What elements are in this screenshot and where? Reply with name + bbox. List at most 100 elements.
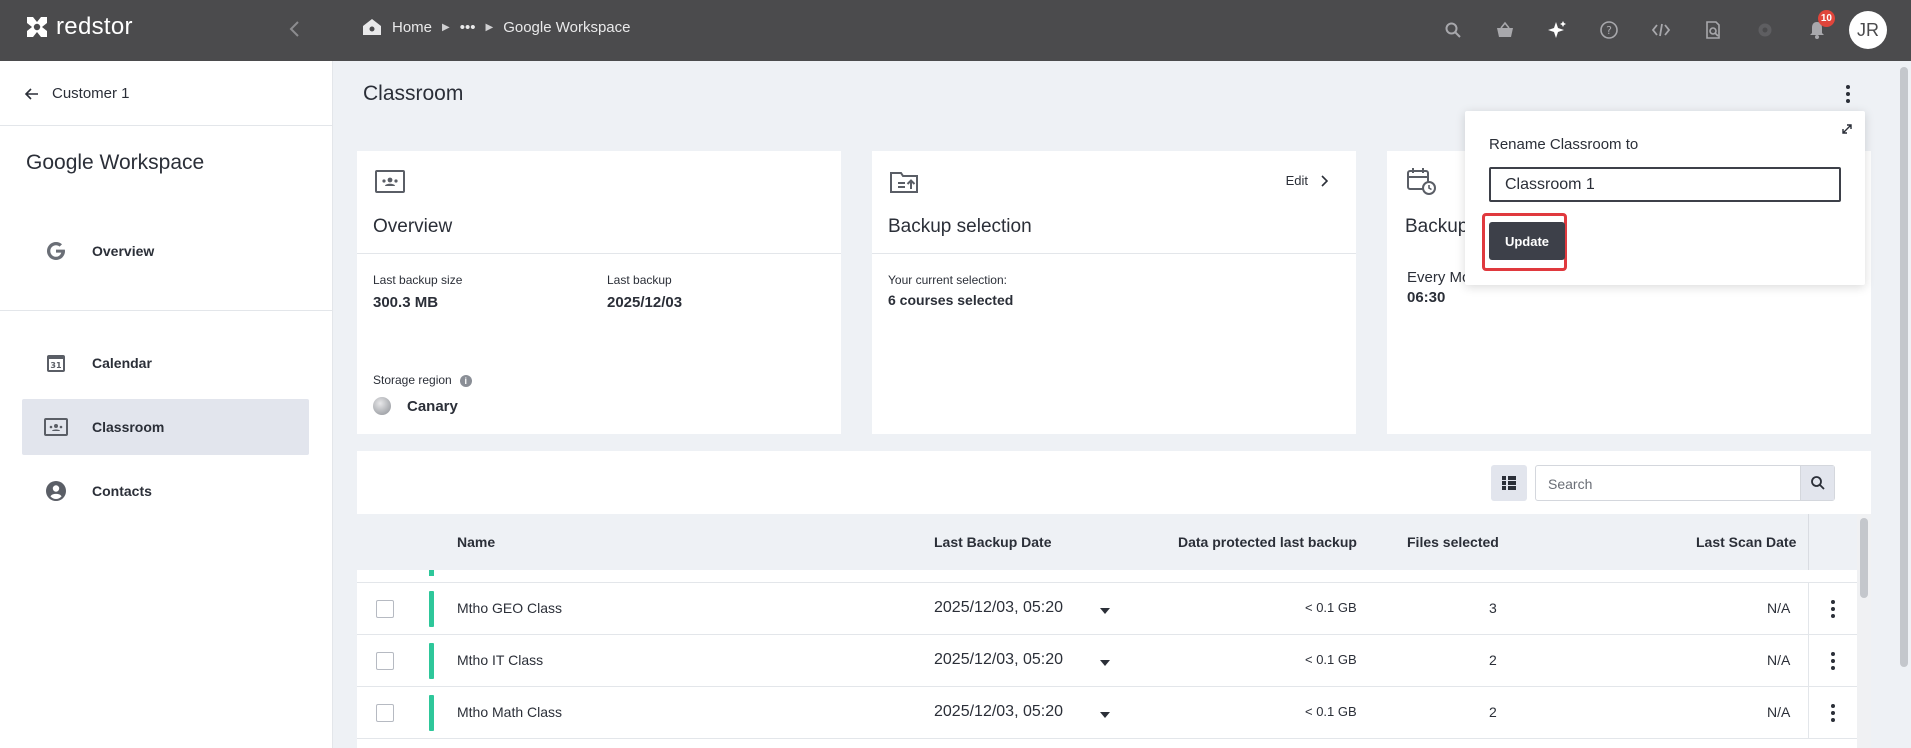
home-icon[interactable] bbox=[362, 18, 382, 36]
backup-date-dropdown-icon[interactable] bbox=[1100, 660, 1110, 666]
storage-region-value: Canary bbox=[373, 397, 458, 415]
column-divider bbox=[1808, 635, 1809, 687]
row-data-protected: < 0.1 GB bbox=[1305, 600, 1357, 615]
row-checkbox[interactable] bbox=[376, 704, 394, 722]
sidebar: Customer 1 Google Workspace Overview 31 … bbox=[0, 61, 333, 748]
search-button[interactable] bbox=[1800, 466, 1834, 500]
rename-input[interactable] bbox=[1489, 167, 1841, 202]
calendar-clock-icon bbox=[1407, 167, 1437, 202]
settings-gear-icon[interactable] bbox=[1739, 10, 1791, 50]
help-icon[interactable]: ? bbox=[1583, 10, 1635, 50]
table-row[interactable]: Mtho IT Class 2025/12/03, 05:20 < 0.1 GB… bbox=[357, 635, 1857, 687]
breadcrumb-separator-icon: ▶ bbox=[485, 21, 494, 33]
sidebar-item-label: Overview bbox=[92, 243, 155, 259]
row-more-menu-icon[interactable] bbox=[1821, 701, 1845, 725]
svg-text:31: 31 bbox=[50, 361, 62, 370]
breadcrumb-home[interactable]: Home bbox=[392, 19, 432, 36]
code-icon[interactable] bbox=[1635, 10, 1687, 50]
sidebar-item-overview[interactable]: Overview bbox=[22, 223, 309, 279]
sidebar-item-calendar[interactable]: 31 Calendar bbox=[22, 335, 309, 391]
card-title: Overview bbox=[373, 216, 453, 237]
card-divider bbox=[357, 253, 841, 254]
row-files-selected: 3 bbox=[1489, 600, 1497, 616]
google-icon bbox=[44, 239, 68, 263]
sidebar-item-label: Contacts bbox=[92, 483, 152, 499]
classroom-icon bbox=[375, 169, 405, 200]
storage-region-label: Storage region i bbox=[373, 373, 472, 387]
document-search-icon[interactable] bbox=[1687, 10, 1739, 50]
search-icon[interactable] bbox=[1427, 10, 1479, 50]
last-backup-size-value: 300.3 MB bbox=[373, 294, 439, 311]
overview-card: Overview Last backup size 300.3 MB Last … bbox=[357, 151, 841, 434]
scrollbar-thumb[interactable] bbox=[1860, 518, 1868, 598]
user-avatar[interactable]: JR bbox=[1849, 11, 1887, 49]
column-header-name[interactable]: Name bbox=[457, 534, 495, 550]
column-header-data-protected[interactable]: Data protected last backup bbox=[1178, 534, 1357, 550]
page-scrollbar-thumb[interactable] bbox=[1900, 67, 1908, 667]
row-name[interactable]: Mtho Math Class bbox=[457, 704, 562, 720]
storage-region-text: Canary bbox=[407, 397, 458, 415]
row-checkbox[interactable] bbox=[376, 652, 394, 670]
row-more-menu-icon[interactable] bbox=[1821, 597, 1845, 621]
backup-date-dropdown-icon[interactable] bbox=[1100, 712, 1110, 718]
column-divider bbox=[1808, 514, 1809, 570]
row-data-protected: < 0.1 GB bbox=[1305, 704, 1357, 719]
sidebar-divider bbox=[0, 310, 333, 311]
row-more-menu-icon[interactable] bbox=[1821, 649, 1845, 673]
table-row[interactable]: Mtho Math Class 2025/12/03, 05:20 < 0.1 … bbox=[357, 687, 1857, 739]
ai-sparkle-icon[interactable] bbox=[1531, 10, 1583, 50]
sidebar-divider bbox=[0, 125, 333, 126]
column-header-last-backup-date[interactable]: Last Backup Date bbox=[934, 534, 1051, 550]
collapse-sidebar-icon[interactable] bbox=[284, 18, 306, 40]
breadcrumb-ellipsis[interactable]: ••• bbox=[460, 19, 476, 36]
chevron-right-icon bbox=[1321, 174, 1328, 187]
top-icon-bar: ? 10 JR bbox=[1427, 10, 1887, 50]
basket-icon[interactable] bbox=[1479, 10, 1531, 50]
redstor-logo[interactable]: redstor bbox=[24, 13, 133, 41]
status-indicator bbox=[429, 591, 434, 627]
back-label: Customer 1 bbox=[52, 85, 130, 102]
sidebar-item-contacts[interactable]: Contacts bbox=[22, 463, 309, 519]
page-title: Classroom bbox=[363, 82, 464, 105]
last-backup-label: Last backup bbox=[607, 273, 672, 287]
column-header-last-scan-date[interactable]: Last Scan Date bbox=[1696, 534, 1796, 550]
row-last-scan-date: N/A bbox=[1767, 600, 1791, 616]
row-checkbox[interactable] bbox=[376, 600, 394, 618]
row-last-backup-date: 2025/12/03, 05:20 bbox=[934, 703, 1064, 720]
edit-selection-link[interactable]: Edit bbox=[1286, 173, 1328, 188]
row-name[interactable]: Mtho IT Class bbox=[457, 652, 543, 668]
view-toggle-button[interactable] bbox=[1491, 465, 1527, 501]
info-icon[interactable]: i bbox=[459, 374, 472, 387]
search-input[interactable] bbox=[1548, 474, 1788, 494]
backup-date-dropdown-icon[interactable] bbox=[1100, 608, 1110, 614]
collapse-popover-icon[interactable] bbox=[1839, 121, 1855, 137]
sidebar-item-label: Calendar bbox=[92, 355, 152, 371]
calendar-icon: 31 bbox=[44, 351, 68, 375]
sidebar-section-title: Google Workspace bbox=[26, 151, 205, 174]
table-scrollbar[interactable] bbox=[1857, 514, 1871, 748]
breadcrumb-separator-icon: ▶ bbox=[442, 21, 450, 33]
search-icon bbox=[1810, 476, 1825, 490]
rename-popover: Rename Classroom to Update bbox=[1465, 111, 1865, 285]
update-button[interactable]: Update bbox=[1489, 222, 1565, 260]
edit-label: Edit bbox=[1285, 173, 1308, 188]
table-search bbox=[1535, 465, 1835, 501]
column-header-files-selected[interactable]: Files selected bbox=[1407, 534, 1499, 550]
row-files-selected: 2 bbox=[1489, 704, 1497, 720]
page-more-menu-icon[interactable] bbox=[1836, 82, 1860, 106]
back-to-customer-link[interactable]: Customer 1 bbox=[24, 85, 130, 102]
notification-count-badge: 10 bbox=[1817, 10, 1835, 27]
last-backup-value: 2025/12/03 bbox=[607, 294, 683, 311]
status-indicator bbox=[429, 643, 434, 679]
page-scrollbar[interactable] bbox=[1897, 61, 1911, 748]
card-title: Backup selection bbox=[888, 216, 1032, 237]
top-bar: redstor Home ▶ ••• ▶ Google Workspace ? bbox=[0, 0, 1911, 61]
current-selection-value: 6 courses selected bbox=[888, 292, 1014, 308]
table-row[interactable]: Mtho GEO Class 2025/12/03, 05:20 < 0.1 G… bbox=[357, 583, 1857, 635]
row-name[interactable]: Mtho GEO Class bbox=[457, 600, 562, 616]
notifications-bell-icon[interactable]: 10 bbox=[1791, 10, 1843, 50]
table-header: Name Last Backup Date Data protected las… bbox=[357, 514, 1857, 570]
list-view-icon bbox=[1502, 476, 1516, 490]
classroom-icon bbox=[44, 415, 68, 439]
sidebar-item-classroom[interactable]: Classroom bbox=[22, 399, 309, 455]
